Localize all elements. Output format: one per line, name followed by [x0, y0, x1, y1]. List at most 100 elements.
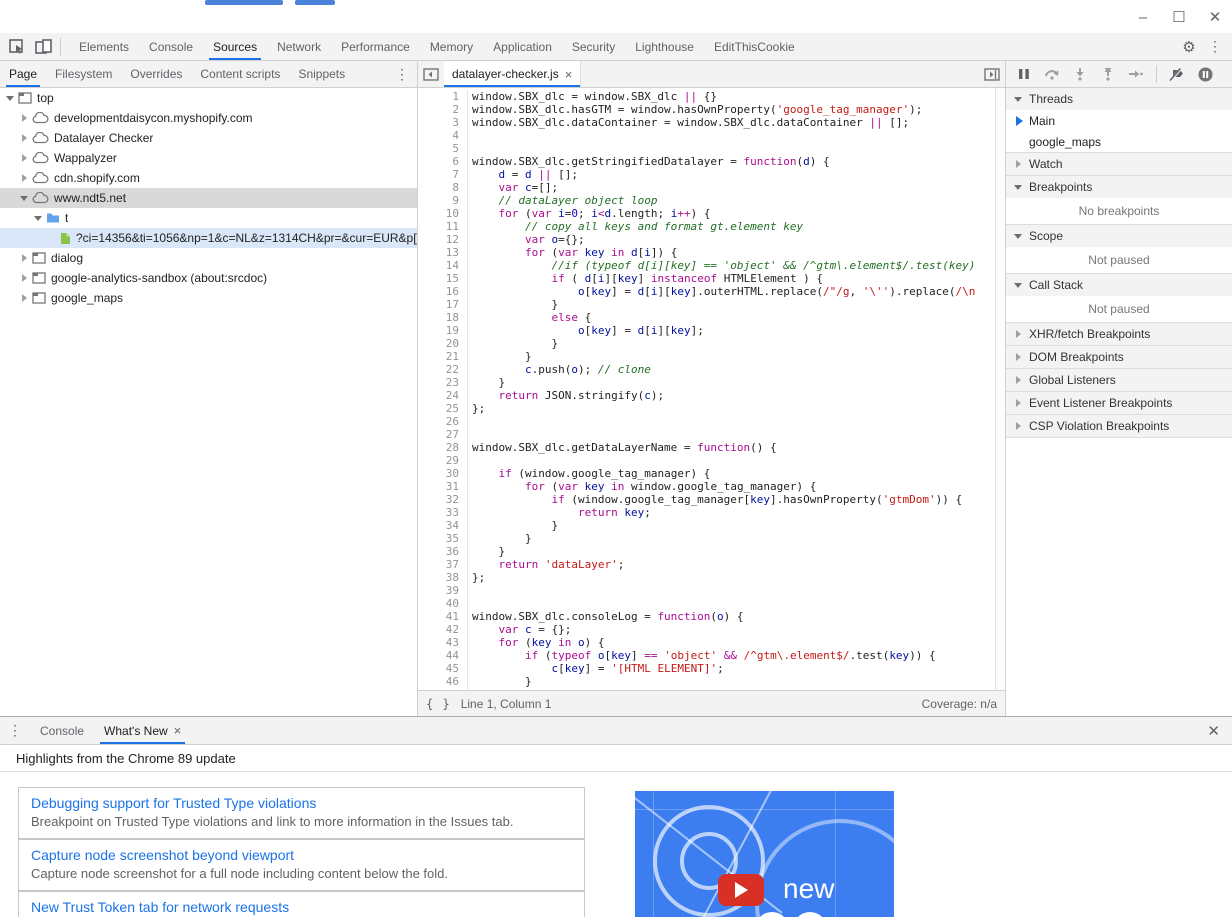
line-number[interactable]: 30	[418, 467, 468, 480]
tree-item-t[interactable]: t	[0, 208, 417, 228]
line-number[interactable]: 16	[418, 285, 468, 298]
file-tab-close-icon[interactable]: ×	[565, 68, 573, 81]
editor-scrollbar[interactable]	[995, 88, 1005, 690]
settings-gear-icon[interactable]: ⚙	[1176, 35, 1202, 59]
line-number[interactable]: 26	[418, 415, 468, 428]
tab-network[interactable]: Network	[267, 33, 331, 60]
navigator-tab-page[interactable]: Page	[0, 61, 46, 87]
whatsnew-card-link[interactable]: New Trust Token tab for network requests	[31, 899, 572, 915]
code-editor[interactable]: 1window.SBX_dlc = window.SBX_dlc || {}2w…	[418, 88, 1005, 690]
chevron-right-icon[interactable]	[18, 174, 30, 182]
maximize-button[interactable]: ☐	[1168, 6, 1190, 28]
section-header-call-stack[interactable]: Call Stack	[1006, 274, 1232, 296]
chevron-right-icon[interactable]	[18, 254, 30, 262]
tab-editthiscookie[interactable]: EditThisCookie	[704, 33, 805, 60]
tree-item-cdn-shopify-com[interactable]: cdn.shopify.com	[0, 168, 417, 188]
line-number[interactable]: 42	[418, 623, 468, 636]
line-number[interactable]: 8	[418, 181, 468, 194]
tab-performance[interactable]: Performance	[331, 33, 420, 60]
line-number[interactable]: 23	[418, 376, 468, 389]
line-number[interactable]: 31	[418, 480, 468, 493]
chevron-right-icon[interactable]	[18, 154, 30, 162]
line-number[interactable]: 36	[418, 545, 468, 558]
line-number[interactable]: 44	[418, 649, 468, 662]
line-number[interactable]: 2	[418, 103, 468, 116]
section-header-dom-breakpoints[interactable]: DOM Breakpoints	[1006, 346, 1232, 368]
pause-script-icon[interactable]	[1012, 63, 1036, 85]
tree-item-developmentdaisycon-myshopify-[interactable]: developmentdaisycon.myshopify.com	[0, 108, 417, 128]
drawer-tab-close-icon[interactable]: ×	[174, 724, 182, 737]
line-number[interactable]: 13	[418, 246, 468, 259]
section-header-scope[interactable]: Scope	[1006, 225, 1232, 247]
chevron-right-icon[interactable]	[18, 294, 30, 302]
tab-memory[interactable]: Memory	[420, 33, 483, 60]
line-number[interactable]: 21	[418, 350, 468, 363]
tree-item-top[interactable]: top	[0, 88, 417, 108]
line-number[interactable]: 41	[418, 610, 468, 623]
pause-on-exceptions-icon[interactable]	[1193, 63, 1217, 85]
line-number[interactable]: 5	[418, 142, 468, 155]
show-debugger-sidebar-icon[interactable]	[979, 61, 1005, 87]
tree-item-wappalyzer[interactable]: Wappalyzer	[0, 148, 417, 168]
line-number[interactable]: 20	[418, 337, 468, 350]
chevron-right-icon[interactable]	[18, 274, 30, 282]
line-number[interactable]: 10	[418, 207, 468, 220]
navigator-tab-filesystem[interactable]: Filesystem	[46, 61, 121, 87]
line-number[interactable]: 11	[418, 220, 468, 233]
close-button[interactable]: ✕	[1204, 6, 1226, 28]
line-number[interactable]: 32	[418, 493, 468, 506]
section-header-breakpoints[interactable]: Breakpoints	[1006, 176, 1232, 198]
tab-application[interactable]: Application	[483, 33, 562, 60]
line-number[interactable]: 33	[418, 506, 468, 519]
line-number[interactable]: 40	[418, 597, 468, 610]
line-number[interactable]: 19	[418, 324, 468, 337]
minimize-button[interactable]: –	[1132, 6, 1154, 28]
line-number[interactable]: 46	[418, 675, 468, 688]
tab-lighthouse[interactable]: Lighthouse	[625, 33, 704, 60]
line-number[interactable]: 22	[418, 363, 468, 376]
line-number[interactable]: 34	[418, 519, 468, 532]
step-over-icon[interactable]	[1040, 63, 1064, 85]
tree-item-google-maps[interactable]: google_maps	[0, 288, 417, 308]
tree-item-www-ndt5-net[interactable]: www.ndt5.net	[0, 188, 417, 208]
drawer-more-menu-icon[interactable]: ⋮	[0, 717, 30, 744]
tab-security[interactable]: Security	[562, 33, 625, 60]
navigator-tab-content-scripts[interactable]: Content scripts	[191, 61, 289, 87]
tab-console[interactable]: Console	[139, 33, 203, 60]
section-header-threads[interactable]: Threads	[1006, 88, 1232, 110]
line-number[interactable]: 25	[418, 402, 468, 415]
line-number[interactable]: 15	[418, 272, 468, 285]
whatsnew-card-link[interactable]: Debugging support for Trusted Type viola…	[31, 795, 572, 811]
line-number[interactable]: 6	[418, 155, 468, 168]
line-number[interactable]: 9	[418, 194, 468, 207]
tree-item-google-analytics-sandbox-about[interactable]: google-analytics-sandbox (about:srcdoc)	[0, 268, 417, 288]
line-number[interactable]: 17	[418, 298, 468, 311]
deactivate-breakpoints-icon[interactable]	[1165, 63, 1189, 85]
tab-elements[interactable]: Elements	[69, 33, 139, 60]
line-number[interactable]: 38	[418, 571, 468, 584]
line-number[interactable]: 47	[418, 688, 468, 690]
line-number[interactable]: 18	[418, 311, 468, 324]
chevron-down-icon[interactable]	[4, 96, 16, 101]
line-number[interactable]: 43	[418, 636, 468, 649]
drawer-close-icon[interactable]: ✕	[1195, 717, 1232, 744]
thread-item-main[interactable]: Main	[1006, 110, 1232, 131]
youtube-play-icon[interactable]	[718, 874, 764, 906]
line-number[interactable]: 27	[418, 428, 468, 441]
navigator-tab-overrides[interactable]: Overrides	[121, 61, 191, 87]
thread-item-google-maps[interactable]: google_maps	[1006, 131, 1232, 152]
inspect-icon[interactable]	[4, 35, 30, 59]
tree-item-ci-14356-ti-1056-np-1-c-nl-z-1[interactable]: ?ci=14356&ti=1056&np=1&c=NL&z=1314CH&pr=…	[0, 228, 417, 248]
chevron-down-icon[interactable]	[18, 196, 30, 201]
line-number[interactable]: 1	[418, 90, 468, 103]
line-number[interactable]: 24	[418, 389, 468, 402]
navigator-more-menu-icon[interactable]: ⋮	[387, 61, 417, 87]
line-number[interactable]: 4	[418, 129, 468, 142]
line-number[interactable]: 28	[418, 441, 468, 454]
step-icon[interactable]	[1124, 63, 1148, 85]
tab-sources[interactable]: Sources	[203, 33, 267, 60]
tree-item-datalayer-checker[interactable]: Datalayer Checker	[0, 128, 417, 148]
section-header-csp-violation-breakpoints[interactable]: CSP Violation Breakpoints	[1006, 415, 1232, 437]
device-toolbar-icon[interactable]	[30, 35, 56, 59]
more-menu-icon[interactable]: ⋮	[1202, 35, 1228, 59]
